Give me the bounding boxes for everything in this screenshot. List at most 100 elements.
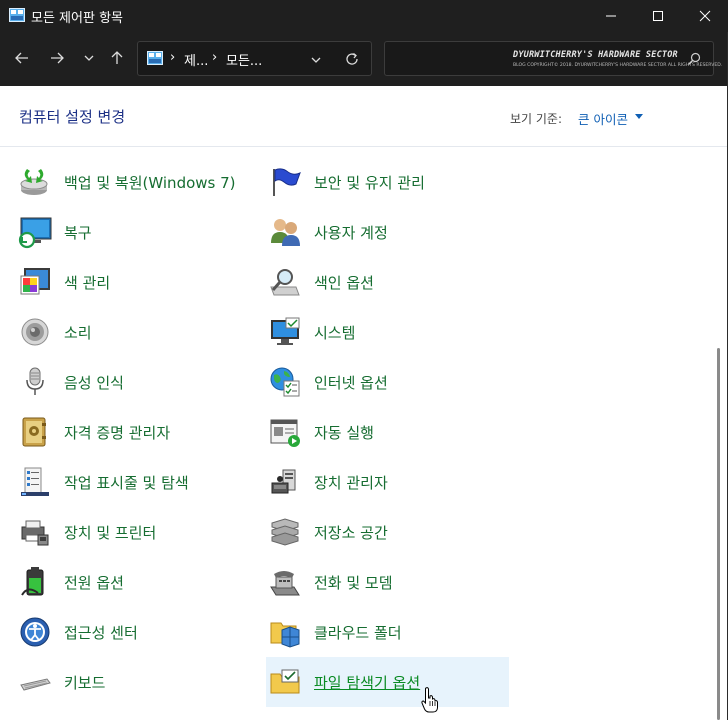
list-item[interactable]: 시스템 [266,309,355,355]
item-label: 클라우드 폴더 [314,623,402,642]
item-label: 소리 [64,323,92,342]
minimize-button[interactable] [588,0,634,32]
close-icon [699,10,711,22]
item-label: 저장소 공간 [314,523,388,542]
backup-restore-icon [20,169,48,195]
refresh-icon[interactable] [344,51,360,67]
item-label: 키보드 [64,673,106,692]
color-management-icon [20,268,50,295]
item-label: 접근성 센터 [64,623,138,642]
close-button[interactable] [682,0,728,32]
chevron-down-icon[interactable] [308,52,324,68]
breadcrumb-separator: › [170,50,176,65]
list-item[interactable]: 백업 및 복원(Windows 7) [16,159,236,205]
list-item[interactable]: 색인 옵션 [266,259,374,305]
list-item[interactable]: 음성 인식 [16,359,124,405]
address-bar[interactable]: › 제... › 모든... [137,41,372,76]
item-label: 작업 표시줄 및 탐색 [64,473,189,492]
control-panel-icon [9,8,25,22]
item-label: 장치 관리자 [314,473,388,492]
list-item[interactable]: 색 관리 [16,259,110,305]
forward-button[interactable] [44,45,70,71]
page-title: 컴퓨터 설정 변경 [19,108,126,126]
header-divider [0,146,728,147]
item-label: 인터넷 옵션 [314,373,388,392]
microphone-icon [26,367,44,395]
file-explorer-options-icon [270,669,300,694]
list-item[interactable]: 장치 및 프린터 [16,509,156,555]
arrow-right-icon [51,52,64,64]
item-label: 색 관리 [64,273,111,292]
list-item[interactable]: 사용자 계정 [266,209,388,255]
storage-spaces-icon [271,518,299,546]
list-item[interactable]: 전원 옵션 [16,559,124,605]
caret-down-icon[interactable] [635,114,643,119]
list-item[interactable]: 클라우드 폴더 [266,609,402,655]
scrollbar-thumb[interactable] [717,348,720,720]
list-item[interactable]: 전화 및 모뎀 [266,559,393,605]
breadcrumb-all-items[interactable]: 모든... [226,50,262,69]
item-label: 색인 옵션 [314,273,374,292]
up-button[interactable] [104,45,130,71]
title-bar: 모든 제어판 항목 [0,0,728,32]
window-title: 모든 제어판 항목 [31,11,123,26]
list-item[interactable]: 저장소 공간 [266,509,388,555]
item-label: 시스템 [314,323,356,342]
breadcrumb-separator: › [212,50,218,65]
list-item[interactable]: 보안 및 유지 관리 [266,159,425,205]
back-button[interactable] [9,45,35,71]
item-label: 자격 증명 관리자 [64,423,171,442]
item-label: 사용자 계정 [314,223,388,242]
chevron-down-icon [84,55,94,61]
indexing-options-icon [270,269,300,296]
keyboard-icon [20,678,51,691]
printer-icon [21,520,49,546]
sound-icon [21,318,49,346]
hand-cursor-icon [421,687,438,713]
vertical-scrollbar[interactable] [712,147,728,720]
list-item[interactable]: 복구 [16,209,92,255]
security-flag-icon [273,168,301,196]
list-item[interactable]: 장치 관리자 [266,459,388,505]
item-label: 파일 탐색기 옵션 [314,673,421,692]
phone-modem-icon [270,571,300,596]
list-item[interactable]: 작업 표시줄 및 탐색 [16,459,189,505]
item-label: 음성 인식 [64,373,124,392]
taskbar-icon [21,467,49,496]
device-manager-icon [271,469,296,494]
search-box[interactable]: DYURWITCHERRY'S HARDWARE SECTOR BLOG COP… [384,41,722,76]
item-label: 백업 및 복원(Windows 7) [64,173,236,192]
autoplay-icon [270,419,300,447]
watermark-title: DYURWITCHERRY'S HARDWARE SECTOR [513,50,678,60]
list-item[interactable]: 소리 [16,309,92,355]
list-item[interactable]: 자동 실행 [266,409,374,455]
item-label: 전원 옵션 [64,573,124,592]
maximize-icon [653,11,663,21]
maximize-button[interactable] [635,0,681,32]
recent-locations-button[interactable] [76,45,102,71]
search-icon[interactable] [687,52,701,66]
content-area: 컴퓨터 설정 변경 보기 기준: 큰 아이콘 백업 및 복원(Windows 7… [0,86,728,720]
recovery-icon [18,217,52,249]
item-label: 복구 [64,223,92,242]
credential-manager-icon [22,417,46,447]
view-by-dropdown[interactable]: 큰 아이콘 [578,109,628,128]
power-options-icon [21,567,44,596]
navigation-bar: › 제... › 모든... DYURWITCHERRY'S HARDWARE … [0,32,728,86]
item-label: 전화 및 모뎀 [314,573,393,592]
arrow-up-icon [111,51,123,64]
list-item[interactable]: 자격 증명 관리자 [16,409,170,455]
list-item-hovered[interactable]: 파일 탐색기 옵션 [266,657,509,707]
list-item[interactable]: 키보드 [16,659,105,705]
breadcrumb-control-panel[interactable]: 제... [184,50,208,69]
item-label: 보안 및 유지 관리 [314,173,425,192]
minimize-icon [606,15,616,17]
arrow-left-icon [15,52,28,64]
control-panel-icon [147,51,163,65]
system-icon [271,317,300,345]
list-item[interactable]: 접근성 센터 [16,609,138,655]
cloud-folder-icon [270,622,300,648]
internet-options-icon [270,367,300,397]
list-item[interactable]: 인터넷 옵션 [266,359,388,405]
view-by-label: 보기 기준: [510,112,563,126]
